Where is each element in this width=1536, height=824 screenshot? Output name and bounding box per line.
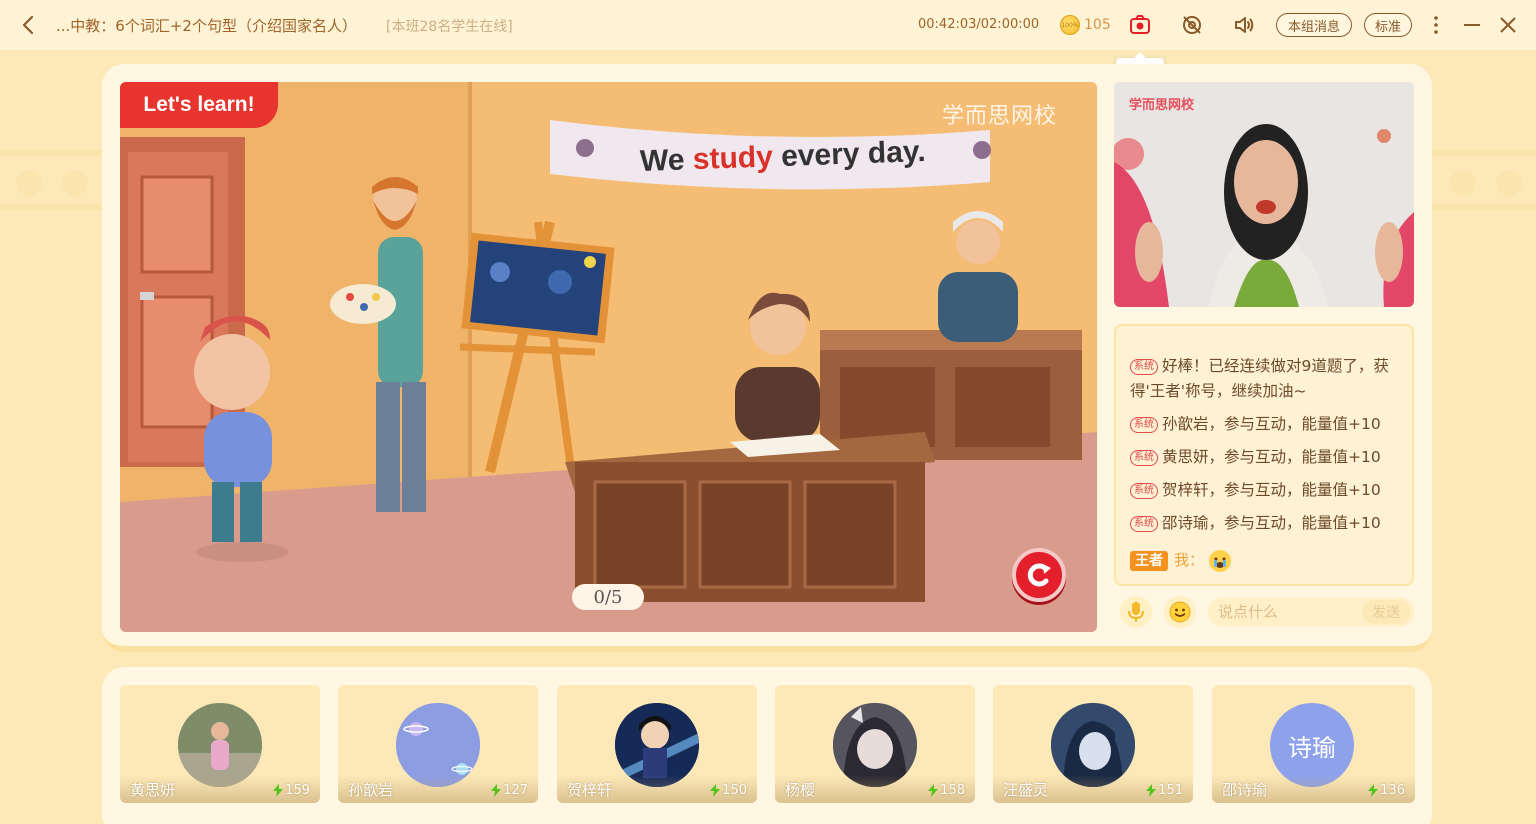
energy-value: 158 [940,783,965,798]
king-badge: 王者 [1130,551,1168,571]
minimize-icon[interactable] [1461,14,1483,36]
back-arrow-icon[interactable] [18,14,40,36]
energy-value: 150 [722,783,747,798]
student-card[interactable]: 黄思妍 159 [120,685,320,803]
system-tag: 系统 [1130,358,1158,375]
replay-icon [1027,563,1051,587]
chat-panel[interactable]: 系统 好棒！已经连续做对9道题了，获得'王者'称号，继续加油~ 系统 孙歆岩，参与互… [1114,324,1414,586]
microphone-icon [1128,602,1144,622]
student-name: 贺梓轩 [567,781,613,799]
group-messages-button[interactable]: 本组消息 [1276,13,1352,37]
energy-value: 136 [1380,783,1405,798]
chat-text: 邵诗瑜，参与互动，能量值+10 [1162,514,1381,532]
background-dot [62,170,88,196]
teacher-video-frame [1114,82,1414,307]
sentence-part: We [639,143,694,178]
student-card[interactable]: 诗瑜 邵诗瑜 136 [1212,685,1415,803]
system-tag: 系统 [1130,515,1158,532]
close-icon[interactable] [1497,14,1519,36]
student-name: 孙歆岩 [348,781,394,799]
chat-message: 系统 贺梓轩，参与互动，能量值+10 [1130,478,1408,503]
sentence-part: every day. [772,135,927,174]
system-tag: 系统 [1130,482,1158,499]
lightning-icon [1368,784,1379,797]
emoji-button[interactable] [1164,596,1196,628]
energy-score: 127 [491,783,528,798]
teacher-video[interactable]: 学而思网校 [1114,82,1414,307]
student-name: 杨樱 [785,781,816,799]
background-dot [1496,170,1522,196]
chat-text: 好棒！已经连续做对9道题了，获得'王者'称号，继续加油~ [1130,357,1389,400]
background-dot [1450,170,1476,196]
lets-learn-tag: Let's learn! [120,82,278,128]
student-name: 汪盛灵 [1003,781,1049,799]
sentence-keyword: study [692,140,774,177]
my-chat-message: 王者 我： [1130,548,1408,573]
more-menu-icon[interactable] [1425,14,1447,36]
coin-counter: 100% 105 [1060,15,1111,35]
top-bar: ...中教：6个词汇+2个句型（介绍国家名人） [本班28名学生在线] 00:4… [0,0,1536,50]
lesson-title: ...中教：6个词汇+2个句型（介绍国家名人） [56,17,357,35]
student-card[interactable]: 汪盛灵 151 [993,685,1193,803]
energy-value: 127 [503,783,528,798]
chat-text: 贺梓轩，参与互动，能量值+10 [1162,481,1381,499]
my-label: 我： [1174,551,1205,569]
eye-off-icon[interactable] [1181,14,1203,36]
energy-score: 158 [928,783,965,798]
student-card[interactable]: 杨樱 158 [775,685,975,803]
crying-emoji-icon [1208,549,1231,572]
chat-message: 系统 好棒！已经连续做对9道题了，获得'王者'称号，继续加油~ [1130,354,1408,404]
student-name: 黄思妍 [130,781,176,799]
online-count: [本班28名学生在线] [386,19,513,35]
chat-input-row: 发送 [1118,596,1414,630]
chat-message: 系统 邵诗瑜，参与互动，能量值+10 [1130,511,1408,536]
coin-icon: 100% [1060,15,1080,35]
quality-button[interactable]: 标准 [1364,13,1412,37]
classroom-illustration [120,82,1097,632]
progress-counter: 0/5 [572,584,644,610]
school-watermark: 学而思网校 [942,104,1058,129]
energy-score: 136 [1368,783,1405,798]
volume-icon[interactable] [1233,14,1255,36]
system-tag: 系统 [1130,449,1158,466]
lightning-icon [710,784,721,797]
energy-value: 151 [1158,783,1183,798]
chat-text: 黄思妍，参与互动，能量值+10 [1162,448,1381,466]
send-button[interactable]: 发送 [1362,600,1410,624]
lightning-icon [273,784,284,797]
chat-message: 系统 孙歆岩，参与互动，能量值+10 [1130,412,1408,437]
chat-text: 孙歆岩，参与互动，能量值+10 [1162,415,1381,433]
chat-message: 系统 黄思妍，参与互动，能量值+10 [1130,445,1408,470]
camera-icon[interactable] [1129,14,1151,36]
background-dot [16,170,42,196]
student-card[interactable]: 孙歆岩 127 [338,685,538,803]
replay-button[interactable] [1012,548,1066,602]
microphone-button[interactable] [1120,596,1152,628]
courseware-scene[interactable]: Let's learn! 学而思网校 We study every day. 0… [120,82,1097,632]
smiley-icon [1169,601,1191,623]
video-watermark: 学而思网校 [1129,98,1195,113]
energy-score: 159 [273,783,310,798]
student-card[interactable]: 贺梓轩 150 [557,685,757,803]
energy-score: 151 [1146,783,1183,798]
energy-value: 159 [285,783,310,798]
coin-count: 105 [1084,17,1111,33]
lightning-icon [928,784,939,797]
class-timer: 00:42:03/02:00:00 [918,17,1040,32]
system-tag: 系统 [1130,416,1158,433]
energy-score: 150 [710,783,747,798]
lightning-icon [491,784,502,797]
lightning-icon [1146,784,1157,797]
student-name: 邵诗瑜 [1222,781,1268,799]
